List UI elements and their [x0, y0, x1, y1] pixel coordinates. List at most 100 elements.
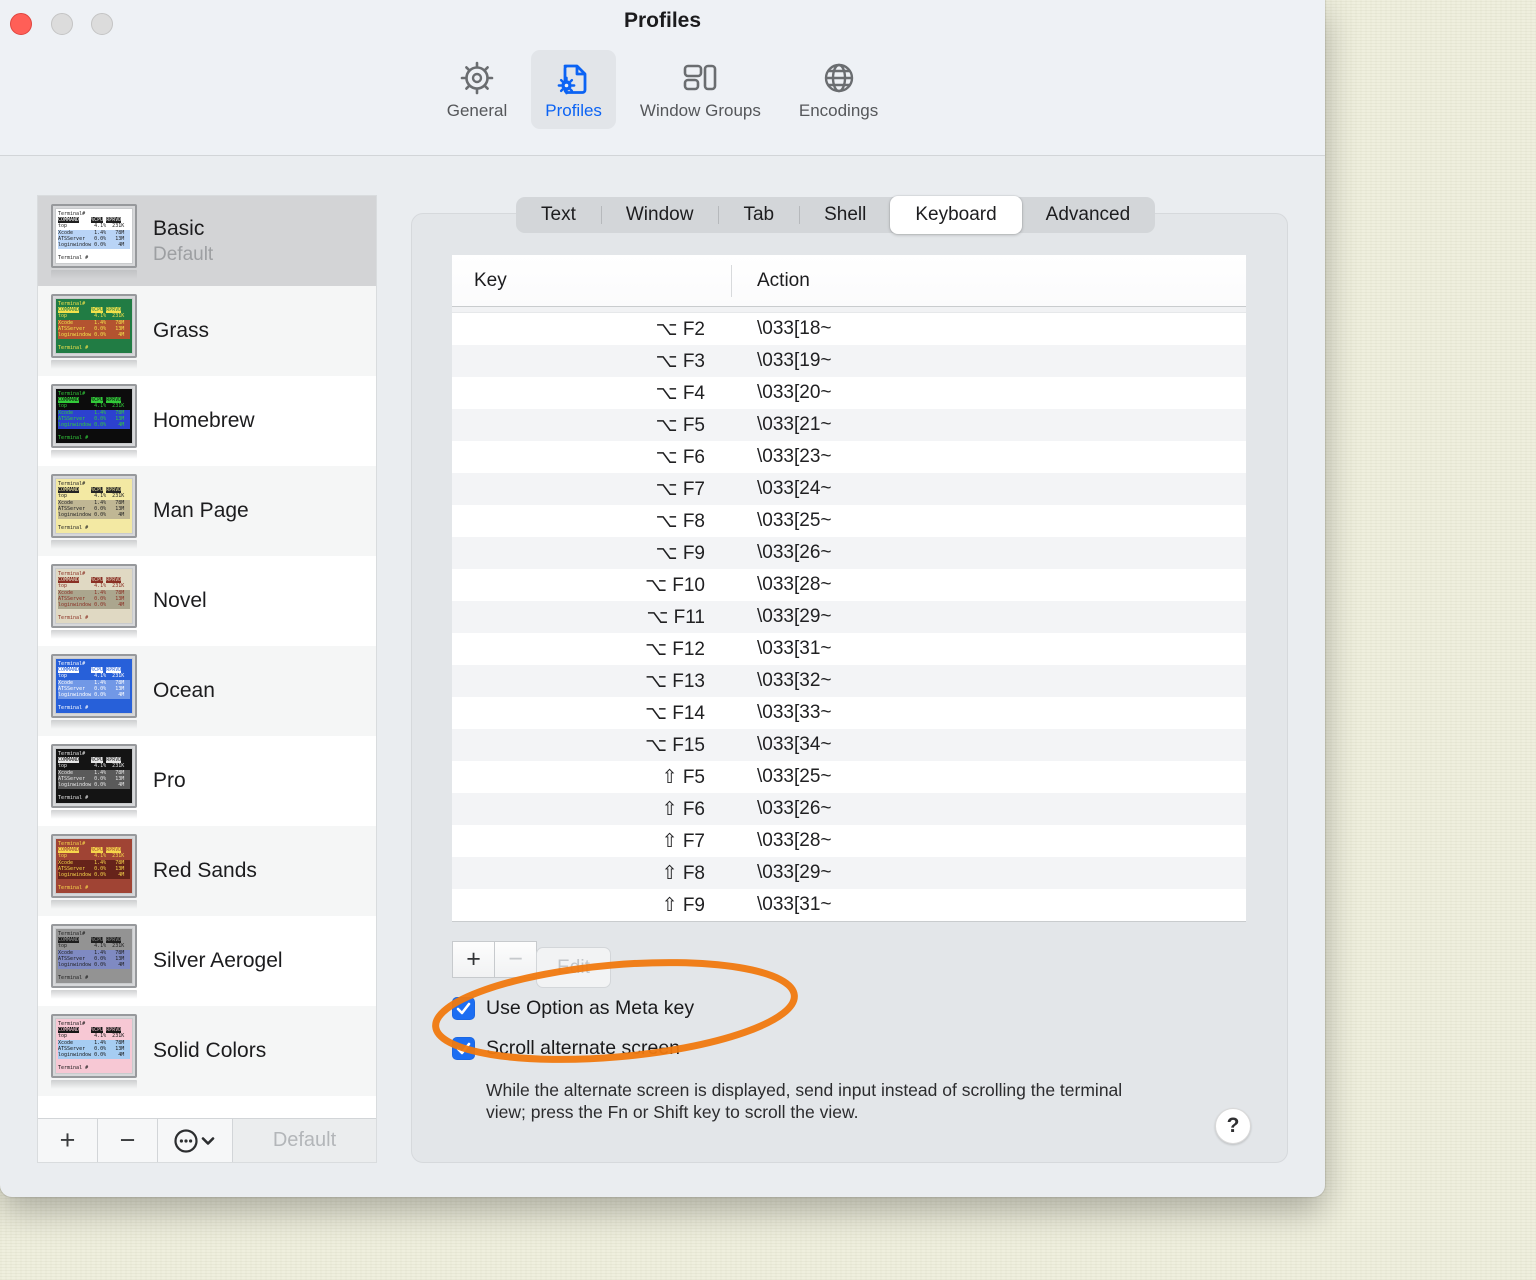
- profile-name: Basic: [153, 216, 205, 240]
- key-cell: ⌥ F13: [645, 670, 705, 692]
- keybinding-row[interactable]: ⇧ F9 \033[31~: [452, 889, 1246, 921]
- ellipsis-circle-icon: [174, 1128, 215, 1153]
- profile-thumbnail: Terminal# COMMAND %CPU RPRVD top 4.1% 231K…: [51, 203, 143, 279]
- remove-profile-button[interactable]: −: [98, 1119, 158, 1162]
- titlebar: Profiles General Profiles Window Groups …: [0, 0, 1325, 156]
- action-cell: \033[20~: [757, 382, 832, 403]
- profile-thumbnail: Terminal# COMMAND %CPU RPRVD top 4.1% 231K…: [51, 743, 143, 819]
- profile-name: Novel: [153, 589, 207, 612]
- action-cell: \033[29~: [757, 862, 832, 883]
- keybinding-row[interactable]: ⌥ F11 \033[29~: [452, 601, 1246, 633]
- profile-item-basic[interactable]: Terminal# COMMAND %CPU RPRVD top 4.1% 231K…: [38, 196, 376, 286]
- key-cell: ⌥ F15: [645, 734, 705, 756]
- keybinding-row[interactable]: ⌥ F8 \033[25~: [452, 505, 1246, 537]
- thumbnail-reflection: [51, 539, 137, 549]
- scroll-alt-checkbox[interactable]: [452, 1037, 475, 1060]
- action-cell: \033[26~: [757, 798, 832, 819]
- toolbar-item-profiles[interactable]: Profiles: [531, 50, 616, 129]
- profile-list: Terminal# COMMAND %CPU RPRVD top 4.1% 231K…: [38, 196, 376, 1118]
- action-cell: \033[31~: [757, 638, 832, 659]
- tab-tab[interactable]: Tab: [718, 197, 799, 233]
- profile-item-man-page[interactable]: Terminal# COMMAND %CPU RPRVD top 4.1% 231K…: [38, 466, 376, 556]
- profile-item-novel[interactable]: Terminal# COMMAND %CPU RPRVD top 4.1% 231K…: [38, 556, 376, 646]
- scroll-alt-checkbox-row: Scroll alternate screen: [452, 1037, 680, 1060]
- checkmark-icon: [456, 1002, 471, 1015]
- profile-item-solid-colors[interactable]: Terminal# COMMAND %CPU RPRVD top 4.1% 231K…: [38, 1006, 376, 1096]
- profile-thumbnail: Terminal# COMMAND %CPU RPRVD top 4.1% 231K…: [51, 1013, 143, 1089]
- thumbnail-reflection: [51, 629, 137, 639]
- thumbnail-reflection: [51, 899, 137, 909]
- keybinding-row[interactable]: ⌥ F3 \033[19~: [452, 345, 1246, 377]
- tab-window[interactable]: Window: [600, 197, 719, 233]
- thumbnail-reflection: [51, 809, 137, 819]
- option-meta-checkbox[interactable]: [452, 997, 475, 1020]
- keybinding-row[interactable]: ⌥ F10 \033[28~: [452, 569, 1246, 601]
- toolbar-item-encodings[interactable]: Encodings: [785, 50, 892, 129]
- toolbar-label-general: General: [446, 101, 508, 120]
- profile-actions-button[interactable]: [158, 1119, 233, 1162]
- gear-icon: [458, 56, 496, 100]
- help-button[interactable]: ?: [1215, 1108, 1251, 1144]
- window-title: Profiles: [623, 9, 702, 32]
- action-cell: \033[31~: [757, 894, 832, 915]
- thumbnail-reflection: [51, 269, 137, 279]
- option-meta-label: Use Option as Meta key: [486, 997, 695, 1019]
- key-cell: ⌥ F7: [655, 478, 705, 500]
- profile-name: Silver Aerogel: [153, 949, 283, 972]
- key-cell: ⌥ F4: [655, 382, 705, 404]
- keybinding-row[interactable]: ⌥ F9 \033[26~: [452, 537, 1246, 569]
- profile-thumbnail: Terminal# COMMAND %CPU RPRVD top 4.1% 231K…: [51, 833, 143, 909]
- keybinding-row[interactable]: ⌥ F2 \033[18~: [452, 313, 1246, 345]
- window-groups-icon: [680, 56, 720, 100]
- keybinding-row[interactable]: ⌥ F6 \033[23~: [452, 441, 1246, 473]
- scroll-alt-label: Scroll alternate screen: [486, 1037, 681, 1059]
- key-cell: ⌥ F8: [655, 510, 705, 532]
- tab-shell[interactable]: Shell: [799, 197, 891, 233]
- edit-key-button[interactable]: Edit: [536, 947, 611, 988]
- profile-name: Red Sands: [153, 859, 257, 882]
- tab-text[interactable]: Text: [516, 197, 601, 233]
- keybinding-row[interactable]: ⌥ F15 \033[34~: [452, 729, 1246, 761]
- set-default-button[interactable]: Default: [233, 1119, 376, 1162]
- keybinding-row[interactable]: ⌥ F13 \033[32~: [452, 665, 1246, 697]
- remove-key-button[interactable]: −: [494, 941, 537, 978]
- thumbnail-reflection: [51, 359, 137, 369]
- key-cell: ⌥ F10: [645, 574, 705, 596]
- action-cell: \033[18~: [757, 318, 832, 339]
- keybinding-row[interactable]: ⌥ F12 \033[31~: [452, 633, 1246, 665]
- key-cell: ⇧ F9: [661, 894, 705, 916]
- checkmark-icon: [456, 1042, 471, 1055]
- toolbar-item-general[interactable]: General: [433, 50, 521, 129]
- thumbnail-reflection: [51, 449, 137, 459]
- profile-item-grass[interactable]: Terminal# COMMAND %CPU RPRVD top 4.1% 231K…: [38, 286, 376, 376]
- keybinding-row[interactable]: ⇧ F6 \033[26~: [452, 793, 1246, 825]
- add-profile-button[interactable]: +: [38, 1119, 98, 1162]
- action-cell: \033[25~: [757, 510, 832, 531]
- profile-thumbnail: Terminal# COMMAND %CPU RPRVD top 4.1% 231K…: [51, 293, 143, 369]
- keybinding-row[interactable]: ⌥ F7 \033[24~: [452, 473, 1246, 505]
- profile-item-silver-aerogel[interactable]: Terminal# COMMAND %CPU RPRVD top 4.1% 231K…: [38, 916, 376, 1006]
- tab-keyboard[interactable]: Keyboard: [890, 196, 1022, 234]
- profile-thumbnail: Terminal# COMMAND %CPU RPRVD top 4.1% 231K…: [51, 653, 143, 729]
- tab-advanced[interactable]: Advanced: [1021, 197, 1156, 233]
- key-cell: ⌥ F5: [655, 414, 705, 436]
- keybinding-row[interactable]: ⌥ F4 \033[20~: [452, 377, 1246, 409]
- profile-item-red-sands[interactable]: Terminal# COMMAND %CPU RPRVD top 4.1% 231K…: [38, 826, 376, 916]
- key-cell: ⌥ F14: [645, 702, 705, 724]
- keybinding-row[interactable]: ⇧ F8 \033[29~: [452, 857, 1246, 889]
- toolbar-item-window-groups[interactable]: Window Groups: [626, 50, 775, 129]
- sidebar-footer: + − Default: [38, 1118, 376, 1162]
- keybinding-row[interactable]: ⌥ F14 \033[33~: [452, 697, 1246, 729]
- profile-item-homebrew[interactable]: Terminal# COMMAND %CPU RPRVD top 4.1% 231K…: [38, 376, 376, 466]
- profile-item-pro[interactable]: Terminal# COMMAND %CPU RPRVD top 4.1% 231K…: [38, 736, 376, 826]
- keybinding-row[interactable]: ⌥ F5 \033[21~: [452, 409, 1246, 441]
- profile-item-ocean[interactable]: Terminal# COMMAND %CPU RPRVD top 4.1% 231K…: [38, 646, 376, 736]
- option-meta-checkbox-row: Use Option as Meta key: [452, 997, 694, 1020]
- help-text: While the alternate screen is displayed,…: [486, 1080, 1123, 1122]
- key-cell: ⌥ F9: [655, 542, 705, 564]
- action-cell: \033[29~: [757, 606, 832, 627]
- keybinding-row[interactable]: ⇧ F5 \033[25~: [452, 761, 1246, 793]
- toolbar-label-encodings: Encodings: [798, 101, 879, 120]
- keybinding-row[interactable]: ⇧ F7 \033[28~: [452, 825, 1246, 857]
- add-key-button[interactable]: +: [452, 941, 495, 978]
